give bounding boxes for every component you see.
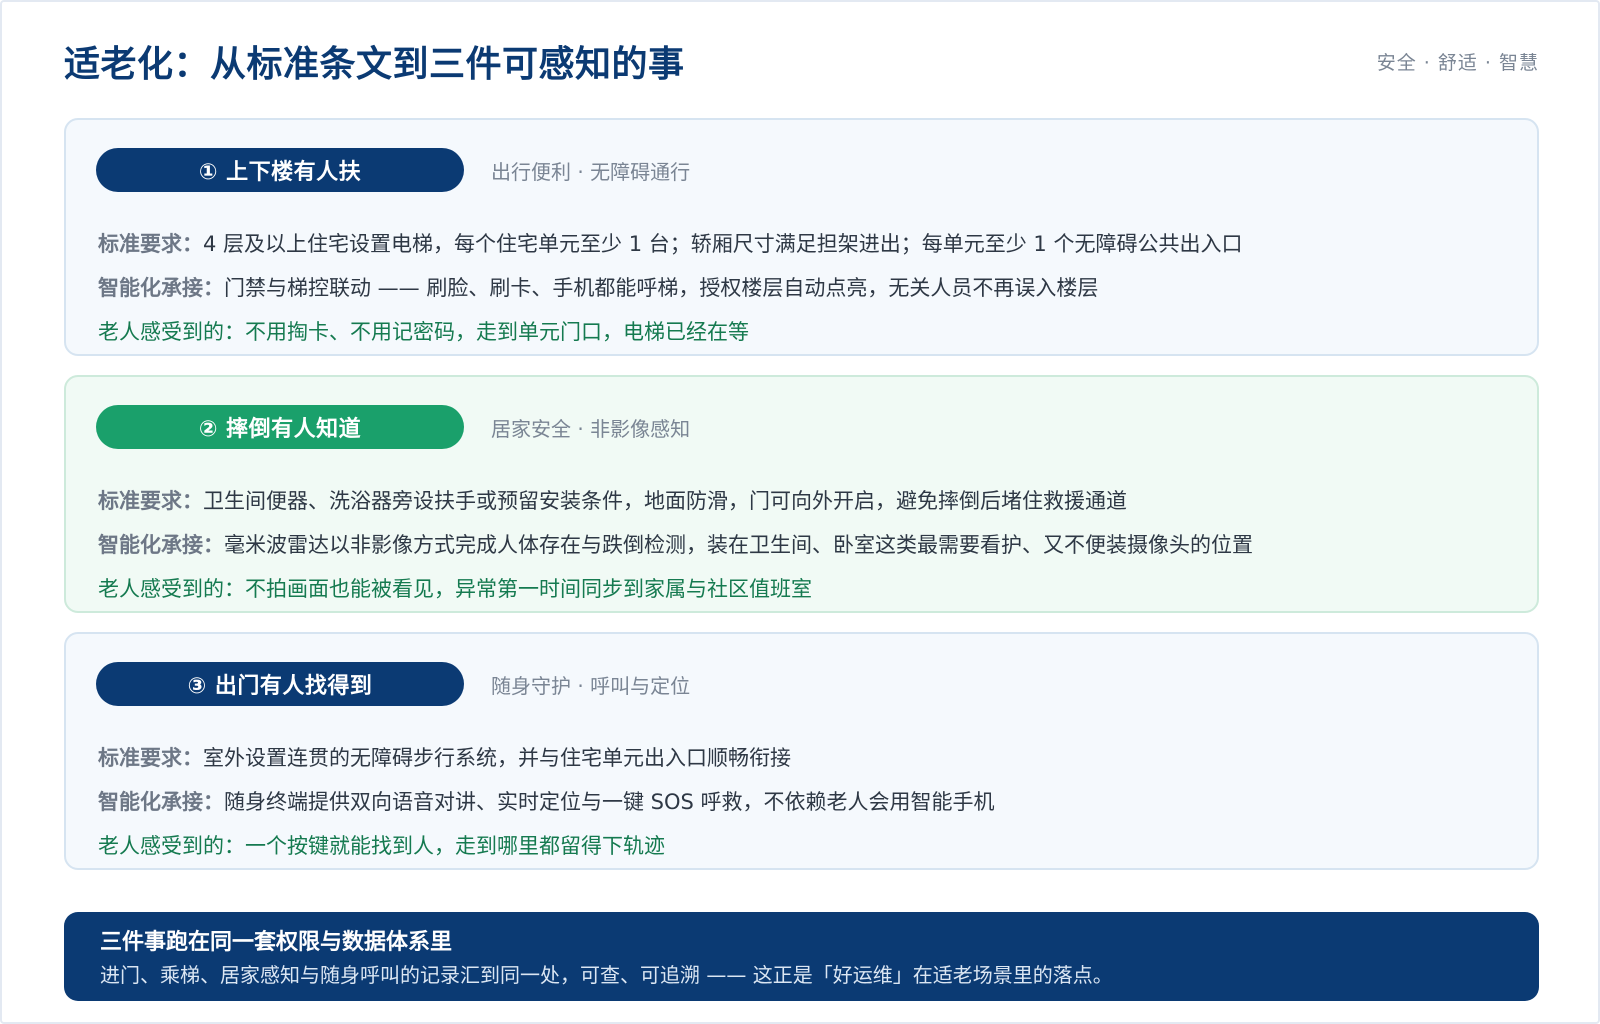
feel-line: 老人感受到的：不拍画面也能被看见，异常第一时间同步到家属与社区值班室 bbox=[98, 567, 1517, 611]
card-badge: ③ 出门有人找得到 bbox=[96, 662, 464, 706]
standard-line: 标准要求：卫生间便器、洗浴器旁设扶手或预留安装条件，地面防滑，门可向外开启，避免… bbox=[98, 479, 1517, 523]
smart-line: 智能化承接：毫米波雷达以非影像方式完成人体存在与跌倒检测，装在卫生间、卧室这类最… bbox=[98, 523, 1517, 567]
card-lines: 标准要求：卫生间便器、洗浴器旁设扶手或预留安装条件，地面防滑，门可向外开启，避免… bbox=[98, 479, 1517, 611]
page-tags: 安全 · 舒适 · 智慧 bbox=[1376, 51, 1539, 74]
card-lines: 标准要求：4 层及以上住宅设置电梯，每个住宅单元至少 1 台；轿厢尺寸满足担架进… bbox=[98, 222, 1517, 354]
smart-label: 智能化承接： bbox=[98, 790, 224, 814]
card-head: ③ 出门有人找得到 随身守护 · 呼叫与定位 bbox=[96, 662, 690, 706]
summary-text: 进门、乘梯、居家感知与随身呼叫的记录汇到同一处，可查、可追溯 —— 这正是「好运… bbox=[100, 963, 1113, 987]
feel-line: 老人感受到的：一个按键就能找到人，走到哪里都留得下轨迹 bbox=[98, 824, 1517, 868]
feel-label: 老人感受到的： bbox=[98, 577, 245, 601]
card-head: ② 摔倒有人知道 居家安全 · 非影像感知 bbox=[96, 405, 690, 449]
smart-text: 毫米波雷达以非影像方式完成人体存在与跌倒检测，装在卫生间、卧室这类最需要看护、又… bbox=[224, 533, 1253, 557]
standard-text: 室外设置连贯的无障碍步行系统，并与住宅单元出入口顺畅衔接 bbox=[203, 746, 791, 770]
smart-line: 智能化承接：门禁与梯控联动 —— 刷脸、刷卡、手机都能呼梯，授权楼层自动点亮，无… bbox=[98, 266, 1517, 310]
feel-text: 一个按键就能找到人，走到哪里都留得下轨迹 bbox=[245, 834, 665, 858]
card-badge: ① 上下楼有人扶 bbox=[96, 148, 464, 192]
summary-title: 三件事跑在同一套权限与数据体系里 bbox=[100, 930, 453, 955]
card-subtitle: 居家安全 · 非影像感知 bbox=[491, 416, 691, 441]
card-subtitle: 随身守护 · 呼叫与定位 bbox=[491, 673, 691, 698]
smart-line: 智能化承接：随身终端提供双向语音对讲、实时定位与一键 SOS 呼救，不依赖老人会… bbox=[98, 780, 1517, 824]
standard-text: 4 层及以上住宅设置电梯，每个住宅单元至少 1 台；轿厢尺寸满足担架进出；每单元… bbox=[203, 232, 1243, 256]
card-stairs: ① 上下楼有人扶 出行便利 · 无障碍通行 标准要求：4 层及以上住宅设置电梯，… bbox=[64, 118, 1539, 356]
card-fall-detection: ② 摔倒有人知道 居家安全 · 非影像感知 标准要求：卫生间便器、洗浴器旁设扶手… bbox=[64, 375, 1539, 613]
feel-label: 老人感受到的： bbox=[98, 834, 245, 858]
card-head: ① 上下楼有人扶 出行便利 · 无障碍通行 bbox=[96, 148, 690, 192]
feel-label: 老人感受到的： bbox=[98, 320, 245, 344]
feel-text: 不用掏卡、不用记密码，走到单元门口，电梯已经在等 bbox=[245, 320, 749, 344]
standard-label: 标准要求： bbox=[98, 232, 203, 256]
card-subtitle: 出行便利 · 无障碍通行 bbox=[491, 159, 691, 184]
smart-label: 智能化承接： bbox=[98, 533, 224, 557]
standard-line: 标准要求：室外设置连贯的无障碍步行系统，并与住宅单元出入口顺畅衔接 bbox=[98, 736, 1517, 780]
smart-text: 随身终端提供双向语音对讲、实时定位与一键 SOS 呼救，不依赖老人会用智能手机 bbox=[224, 790, 995, 814]
smart-text: 门禁与梯控联动 —— 刷脸、刷卡、手机都能呼梯，授权楼层自动点亮，无关人员不再误… bbox=[224, 276, 1099, 300]
standard-label: 标准要求： bbox=[98, 746, 203, 770]
standard-text: 卫生间便器、洗浴器旁设扶手或预留安装条件，地面防滑，门可向外开启，避免摔倒后堵住… bbox=[203, 489, 1127, 513]
summary-banner: 三件事跑在同一套权限与数据体系里 进门、乘梯、居家感知与随身呼叫的记录汇到同一处… bbox=[64, 912, 1539, 1001]
page-title: 适老化：从标准条文到三件可感知的事 bbox=[64, 44, 685, 85]
page-header: 适老化：从标准条文到三件可感知的事 安全 · 舒适 · 智慧 bbox=[64, 36, 1539, 86]
card-outdoor-locate: ③ 出门有人找得到 随身守护 · 呼叫与定位 标准要求：室外设置连贯的无障碍步行… bbox=[64, 632, 1539, 870]
feel-text: 不拍画面也能被看见，异常第一时间同步到家属与社区值班室 bbox=[245, 577, 812, 601]
card-badge: ② 摔倒有人知道 bbox=[96, 405, 464, 449]
feel-line: 老人感受到的：不用掏卡、不用记密码，走到单元门口，电梯已经在等 bbox=[98, 310, 1517, 354]
standard-label: 标准要求： bbox=[98, 489, 203, 513]
smart-label: 智能化承接： bbox=[98, 276, 224, 300]
card-lines: 标准要求：室外设置连贯的无障碍步行系统，并与住宅单元出入口顺畅衔接 智能化承接：… bbox=[98, 736, 1517, 868]
standard-line: 标准要求：4 层及以上住宅设置电梯，每个住宅单元至少 1 台；轿厢尺寸满足担架进… bbox=[98, 222, 1517, 266]
